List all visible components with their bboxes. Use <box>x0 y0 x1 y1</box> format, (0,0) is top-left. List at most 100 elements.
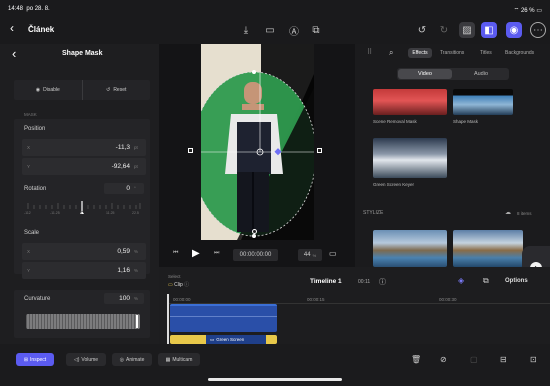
info-icon[interactable]: ⓘ <box>379 277 386 287</box>
position-label: Position <box>24 126 46 132</box>
stylize-count: 8 items <box>517 211 532 216</box>
audio-waveform-line <box>170 316 277 317</box>
cloud-icon[interactable]: ☁ <box>505 209 511 216</box>
reset-button[interactable]: ↺ Reset <box>83 80 151 100</box>
section-mask: MASK <box>24 112 37 117</box>
stylize-thumb-1[interactable] <box>373 230 447 267</box>
select-label: Select <box>168 274 181 279</box>
status-bar: 14:48 po 28. 8. ⌔ 26 % ▭ <box>0 0 550 18</box>
stylize-thumb-2[interactable] <box>453 230 523 267</box>
split-icon[interactable]: ⊟ <box>500 355 507 364</box>
segment-control: Video Audio <box>397 68 509 80</box>
mask-handle-left[interactable] <box>188 148 193 153</box>
volume-button[interactable]: ◁) Volume <box>66 353 106 366</box>
effect-thumb-green-screen[interactable] <box>373 138 447 178</box>
inspector-back-icon[interactable]: ‹ <box>12 46 16 61</box>
play-icon[interactable]: ▶ <box>192 248 200 259</box>
segment-video[interactable]: Video <box>398 69 452 79</box>
ruler-mark-2: 00:00:30 <box>439 297 457 302</box>
video-clip[interactable] <box>170 304 277 332</box>
curvature-slider-knob[interactable] <box>136 315 138 328</box>
tick-3: 0 <box>80 211 82 215</box>
detach-icon[interactable]: ⊡ <box>530 355 537 364</box>
effect-thumb-scene-removal[interactable] <box>373 89 447 115</box>
top-toolbar: ‹ Článek ⤓ ▭ Ⓐ ⧉ ↺ ↻ ▨ ◧ ◉ ⋯ <box>0 18 550 44</box>
replace-icon[interactable]: ▢ <box>470 355 478 364</box>
video-viewer: ⏮ ▶ ⏭ 00:00:00:00 44% ▭ <box>159 44 355 267</box>
disable-button[interactable]: ◉ Disable <box>14 80 82 100</box>
tick-2: -11.25 <box>50 211 60 215</box>
scale-label: Scale <box>24 230 40 236</box>
record-icon[interactable]: ◉ <box>506 22 522 38</box>
inspect-icon: ⊞ <box>23 356 29 363</box>
layers-icon[interactable]: ⧉ <box>483 276 489 286</box>
export-icon[interactable]: ⤓ <box>238 22 254 38</box>
rotation-dial[interactable]: -112 -11.25 0 11.25 22.5 <box>22 199 146 217</box>
x-label: X <box>27 145 31 150</box>
green-screen-clip[interactable]: ▭ Green Screen <box>206 335 266 344</box>
curvature-slider[interactable] <box>26 314 140 329</box>
ruler-mark-1: 00:00:15 <box>307 297 325 302</box>
disable-clip-icon[interactable]: ⊘ <box>440 355 447 364</box>
snap-icon[interactable]: ◈ <box>458 276 464 285</box>
animate-button[interactable]: ◎ Animate <box>112 353 152 366</box>
preview-canvas[interactable] <box>201 44 314 240</box>
skip-back-icon[interactable]: ⏮ <box>173 250 178 257</box>
zoom-field[interactable]: 44% <box>298 249 322 261</box>
curvature-value: 100 <box>119 295 130 302</box>
library-icon[interactable]: ◧ <box>481 22 497 38</box>
scale-x-unit: % <box>134 249 139 254</box>
drag-handle-icon[interactable]: ⠿ <box>367 48 372 56</box>
image-icon[interactable]: ▨ <box>459 22 475 38</box>
mask-handle-bottom[interactable] <box>252 229 257 234</box>
effect-label-scene-removal: Scene Removal Mask <box>373 119 417 124</box>
inspector-title: Shape Mask <box>62 50 103 57</box>
multicam-icon: ▦ <box>165 356 171 363</box>
inspector-panel: ‹ Shape Mask ◉ Disable ↺ Reset MASK Positi… <box>0 44 159 349</box>
scale-x-value: 0,59 <box>117 248 130 255</box>
rotation-ticks <box>27 201 141 214</box>
multicam-button[interactable]: ▦ Multicam <box>158 353 200 366</box>
y-label: Y <box>27 164 31 169</box>
camera-icon[interactable]: ▭ <box>262 22 278 38</box>
redo-icon[interactable]: ↻ <box>436 22 452 38</box>
inspect-button[interactable]: ⊞ Inspect <box>16 353 54 366</box>
x-unit: pt <box>134 145 138 150</box>
time-ruler[interactable]: 00:00:00 00:00:15 00:00:30 <box>167 296 550 304</box>
scale-x-label: X <box>27 249 31 254</box>
effect-label-green-screen: Green Screen Keyer <box>373 182 415 187</box>
tab-transitions[interactable]: Transitions <box>440 50 464 56</box>
rotation-value: 0 <box>126 185 130 192</box>
clip-selector[interactable]: ▭ Clip ⓘ <box>168 281 189 288</box>
text-icon[interactable]: Ⓐ <box>286 22 302 38</box>
duplicate-icon[interactable]: ⧉ <box>308 22 324 38</box>
status-time: 14:48 po 28. 8. <box>8 6 50 12</box>
playhead[interactable] <box>167 294 169 344</box>
mask-overlay[interactable] <box>201 44 314 240</box>
more-icon[interactable]: ⋯ <box>530 22 546 38</box>
scale-y-label: Y <box>27 268 31 273</box>
search-icon[interactable]: ⌕ <box>389 48 393 58</box>
delete-icon[interactable]: 🗑 <box>411 355 421 364</box>
disable-reset-row: ◉ Disable ↺ Reset <box>14 80 150 100</box>
tab-backgrounds[interactable]: Backgrounds <box>505 50 534 56</box>
options-button[interactable]: Options <box>505 278 528 284</box>
tab-titles[interactable]: Titles <box>480 50 492 56</box>
tick-1: -112 <box>24 211 31 215</box>
rotation-unit: ° <box>134 186 136 191</box>
effect-thumb-shape-mask[interactable] <box>453 89 513 115</box>
timeline-title[interactable]: Timeline 1 <box>310 278 342 285</box>
back-chevron-icon[interactable]: ‹ <box>10 21 14 35</box>
undo-icon[interactable]: ↺ <box>414 22 430 38</box>
project-title[interactable]: Článek <box>28 25 54 34</box>
status-battery: ⌔ 26 % ▭ <box>513 8 542 14</box>
effect-clip[interactable]: ▭ Green Screen <box>170 335 277 344</box>
mask-handle-right[interactable] <box>317 148 322 153</box>
segment-audio[interactable]: Audio <box>454 69 508 79</box>
timecode-display[interactable]: 00:00:00:00 <box>233 249 278 261</box>
position-x-value: -11,3 <box>115 144 130 151</box>
tab-effects[interactable]: Effects <box>408 48 432 58</box>
aspect-ratio-icon[interactable]: ▭ <box>329 249 337 258</box>
skip-forward-icon[interactable]: ⏭ <box>214 250 219 257</box>
position-y-value: -92,64 <box>111 163 130 170</box>
